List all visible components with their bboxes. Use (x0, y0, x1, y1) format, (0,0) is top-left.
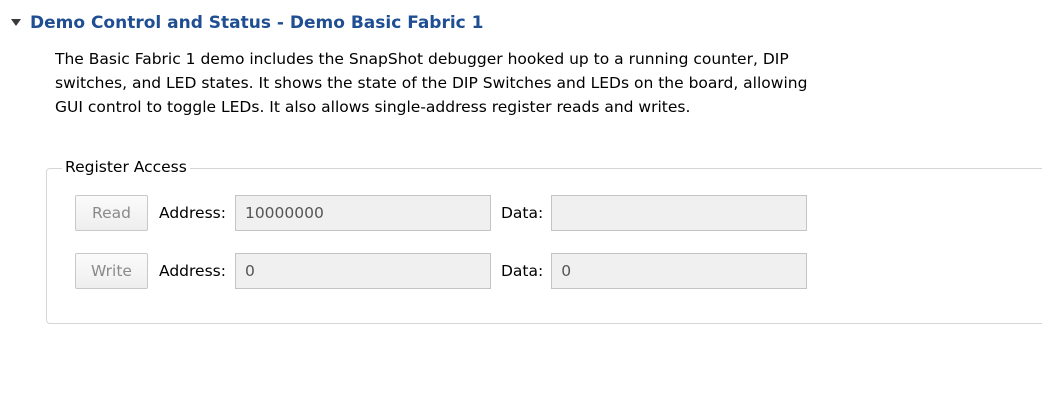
description-line: GUI control to toggle LEDs. It also allo… (55, 98, 691, 116)
read-button[interactable]: Read (75, 195, 148, 231)
register-access-group (46, 168, 1042, 324)
section-title: Demo Control and Status - Demo Basic Fab… (30, 13, 484, 33)
read-data-label: Data: (500, 204, 544, 222)
description-line: switches, and LED states. It shows the s… (55, 74, 808, 92)
section-header[interactable]: Demo Control and Status - Demo Basic Fab… (8, 9, 484, 37)
write-data-label: Data: (500, 262, 544, 280)
read-row: Read Address: 10000000 Data: (75, 194, 808, 232)
write-row: Write Address: 0 Data: 0 (75, 252, 808, 290)
read-address-label: Address: (159, 204, 226, 222)
write-button[interactable]: Write (75, 253, 148, 289)
write-address-label: Address: (159, 262, 226, 280)
write-address-field[interactable]: 0 (234, 253, 491, 289)
description-line: The Basic Fabric 1 demo includes the Sna… (55, 50, 789, 68)
read-address-field[interactable]: 10000000 (234, 195, 491, 231)
read-data-field[interactable] (551, 195, 808, 231)
section-description: The Basic Fabric 1 demo includes the Sna… (55, 47, 1040, 119)
write-data-field[interactable]: 0 (551, 253, 808, 289)
register-access-legend: Register Access (62, 156, 190, 178)
expanded-triangle-icon[interactable] (8, 15, 24, 31)
